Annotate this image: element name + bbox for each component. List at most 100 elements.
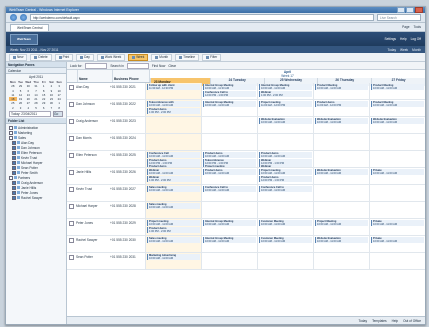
- folder-checkbox[interactable]: [12, 170, 16, 175]
- appointment[interactable]: Project meeting 10:00 AM - 11:00 AM: [259, 169, 312, 175]
- folder-checkbox[interactable]: [9, 175, 13, 180]
- appointment[interactable]: Private 10:00 AM - 11:00 AM: [371, 237, 424, 243]
- day-cell[interactable]: Marketing Advertising 10:00 AM - 11:00 AM: [145, 253, 201, 269]
- day-cell[interactable]: [201, 253, 257, 269]
- table-row[interactable]: Dan Morris +01 555 230 2024: [67, 134, 425, 151]
- header-link-help[interactable]: Help: [400, 37, 407, 41]
- day-cell[interactable]: Product demo 11:00 AM - 12:00 PM: [313, 100, 369, 116]
- appointment[interactable]: Sales meeting 10:00 AM - 11:00 AM: [147, 237, 200, 243]
- appointment[interactable]: Product demo 1:00 PM - 2:00 PM: [147, 107, 200, 114]
- toolbar-week-button[interactable]: Week: [128, 53, 149, 61]
- day-cell[interactable]: Product Meeting 10:00 AM - 11:00 AM: [369, 83, 425, 99]
- toolbar-work-week-button[interactable]: Work Week: [96, 53, 126, 61]
- appointment[interactable]: Marketing Advertising 10:00 AM - 11:00 AM: [147, 254, 200, 260]
- row-checkbox[interactable]: [68, 204, 74, 209]
- day-cell[interactable]: Customer Meeting 10:00 AM - 11:00 AM: [257, 219, 313, 235]
- appointment[interactable]: Sales meeting 10:00 AM - 11:00 AM: [147, 203, 200, 209]
- appointment[interactable]: Product demo 12:00 PM - 1:00 PM: [259, 175, 312, 182]
- day-cell[interactable]: Conference Call to 10:00 AM - 11:00 AM: [257, 185, 313, 201]
- toolbar-timeline-button[interactable]: Timeline: [175, 53, 200, 61]
- back-icon[interactable]: [10, 14, 17, 21]
- table-row[interactable]: Sean Potter +01 555 230 2031 Marketing Adv…: [67, 253, 425, 270]
- day-cell[interactable]: Private 10:00 AM - 11:00 AM: [369, 219, 425, 235]
- appointment[interactable]: Teleconference 12:00 PM - 1:00 PM: [203, 158, 256, 165]
- row-checkbox[interactable]: [68, 187, 74, 192]
- bottom-link-templates[interactable]: Templates: [372, 319, 387, 323]
- day-cell[interactable]: [201, 134, 257, 150]
- go-button[interactable]: Go: [53, 111, 63, 118]
- appointment[interactable]: Product demo2:00 PM - 3:00 PM: [147, 165, 200, 167]
- toolbar-print-button[interactable]: Print: [54, 53, 74, 61]
- day-cell[interactable]: Product demo 10:00 AM - 11:00 AM: [201, 168, 257, 184]
- name-column-header[interactable]: Name: [78, 70, 113, 82]
- day-cell[interactable]: Conference Call 10:00 AM - 11:00 AM Produc…: [145, 151, 201, 167]
- folder-checkbox[interactable]: [12, 145, 16, 150]
- row-checkbox[interactable]: [68, 238, 74, 243]
- table-row[interactable]: Alan Day +01 555 230 2021 Follow up with c…: [67, 83, 425, 100]
- appointment[interactable]: Webinar 12:00 PM - 1:00 PM: [259, 158, 312, 165]
- day-cell[interactable]: Project meeting 10:00 AM - 11:00 AM Produc…: [145, 219, 201, 235]
- appointment[interactable]: Product demo 1:00 PM - 2:00 PM: [147, 226, 200, 233]
- appointment[interactable]: Product demo 10:00 AM - 11:00 AM: [203, 152, 256, 158]
- day-cell[interactable]: Internal Group Meeting 10:00 AM - 11:30 A…: [201, 83, 257, 99]
- table-row[interactable]: Craig Anderson +01 555 230 2023 Website Ev…: [67, 117, 425, 134]
- day-cell[interactable]: Follow up with client 11:30 AM - 12:30 PM: [145, 83, 201, 99]
- day-cell[interactable]: Project meeting 10:00 AM - 11:00 AM Produc…: [257, 168, 313, 184]
- appointment[interactable]: Product demo 10:00 AM - 11:00 AM: [259, 152, 312, 158]
- appointment[interactable]: Webinar2:00 PM - 3:00 PM: [259, 165, 312, 167]
- day-cell[interactable]: [369, 185, 425, 201]
- bottom-link-today[interactable]: Today: [359, 319, 368, 323]
- today-field[interactable]: Today: 23/04/2011: [9, 111, 51, 118]
- tab-webteam[interactable]: WebTeam Central: [10, 23, 50, 31]
- folder-checkbox[interactable]: [12, 150, 16, 155]
- folder-checkbox[interactable]: [9, 135, 13, 140]
- row-checkbox[interactable]: [68, 170, 74, 175]
- day-cell[interactable]: Product Meeting 10:00 AM - 11:00 AM: [369, 100, 425, 116]
- minimize-button[interactable]: [397, 7, 405, 13]
- table-row[interactable]: Janie Hillis +01 555 230 2026 Webinar 10:00…: [67, 168, 425, 185]
- bottom-link-out-of-office[interactable]: Out of Office: [403, 319, 421, 323]
- appointment[interactable]: Conference Call to 12:00 PM - 1:00 PM: [203, 90, 256, 97]
- appointment[interactable]: Internal Group Meeting 10:00 AM - 11:00 A…: [259, 84, 312, 90]
- appointment[interactable]: Product demo 11:00 AM - 12:00 PM: [315, 101, 368, 107]
- appointment[interactable]: Sales meeting 10:00 AM - 11:00 AM: [147, 186, 200, 192]
- day-cell[interactable]: [145, 117, 201, 133]
- view-link-today[interactable]: Today: [388, 48, 397, 52]
- day-cell[interactable]: Conference Call to 10:00 AM - 11:00 AM: [201, 185, 257, 201]
- day-cell[interactable]: [145, 134, 201, 150]
- day-cell[interactable]: Internal Group Meeting 10:00 AM - 11:00 A…: [201, 100, 257, 116]
- appointment[interactable]: Website Evaluation 10:00 AM - 11:00 AM: [315, 169, 368, 175]
- day-cell[interactable]: Website Evaluation 10:00 AM - 11:00 AM: [313, 168, 369, 184]
- day-cell[interactable]: Webinar 10:00 AM - 11:00 AM Webinar 1:00 PM…: [145, 168, 201, 184]
- table-row[interactable]: Michael Harper +01 555 230 2028 Sales meet…: [67, 202, 425, 219]
- appointment[interactable]: Product demo 12:00 PM - 1:00 PM: [147, 158, 200, 165]
- appointment[interactable]: Webinar 1:00 PM - 2:00 PM: [259, 90, 312, 97]
- day-cell[interactable]: Website Evaluation 10:00 AM - 11:00 AM: [369, 117, 425, 133]
- appointment[interactable]: Internal Group Meeting 10:00 AM - 11:00 A…: [203, 237, 256, 243]
- folder-checkbox[interactable]: [12, 185, 16, 190]
- day-cell[interactable]: Customer Meeting 10:00 AM - 11:00 AM: [257, 236, 313, 252]
- appointment[interactable]: Project Meeting 10:00 AM - 11:00 AM: [315, 220, 368, 226]
- day-cell[interactable]: Private 10:00 AM - 11:00 AM: [369, 168, 425, 184]
- phone-column-header[interactable]: Business Phone: [113, 70, 150, 82]
- day-cell[interactable]: Sales meeting 10:00 AM - 11:00 AM: [145, 185, 201, 201]
- appointment[interactable]: Conference Call 10:00 AM - 11:00 AM: [147, 152, 200, 158]
- day-cell[interactable]: Internal Group Meeting 10:00 AM - 11:00 A…: [201, 236, 257, 252]
- day-cell[interactable]: [369, 202, 425, 218]
- folder-checkbox[interactable]: [12, 180, 16, 185]
- day-cell[interactable]: Internal Group Meeting 10:00 AM - 11:00 A…: [201, 219, 257, 235]
- toolbar-filter-button[interactable]: Filter: [202, 53, 222, 61]
- appointment[interactable]: Project meeting 10:00 AM - 11:00 AM: [147, 220, 200, 226]
- row-checkbox[interactable]: [68, 255, 74, 260]
- day-cell[interactable]: [313, 185, 369, 201]
- appointment[interactable]: Private 10:00 AM - 11:00 AM: [371, 220, 424, 226]
- folder-node[interactable]: Rachel Sawyer: [9, 195, 63, 200]
- table-row[interactable]: Rachel Sawyer +01 555 230 2030 Sales meeti…: [67, 236, 425, 253]
- folder-checkbox[interactable]: [12, 190, 16, 195]
- appointment[interactable]: Product demo 10:00 AM - 11:00 AM: [203, 169, 256, 175]
- row-checkbox[interactable]: [68, 119, 74, 124]
- toolbar-month-button[interactable]: Month: [151, 53, 173, 61]
- day-cell[interactable]: [257, 253, 313, 269]
- row-checkbox[interactable]: [68, 221, 74, 226]
- appointment[interactable]: Website Evaluation 10:00 AM - 11:00 AM: [315, 118, 368, 124]
